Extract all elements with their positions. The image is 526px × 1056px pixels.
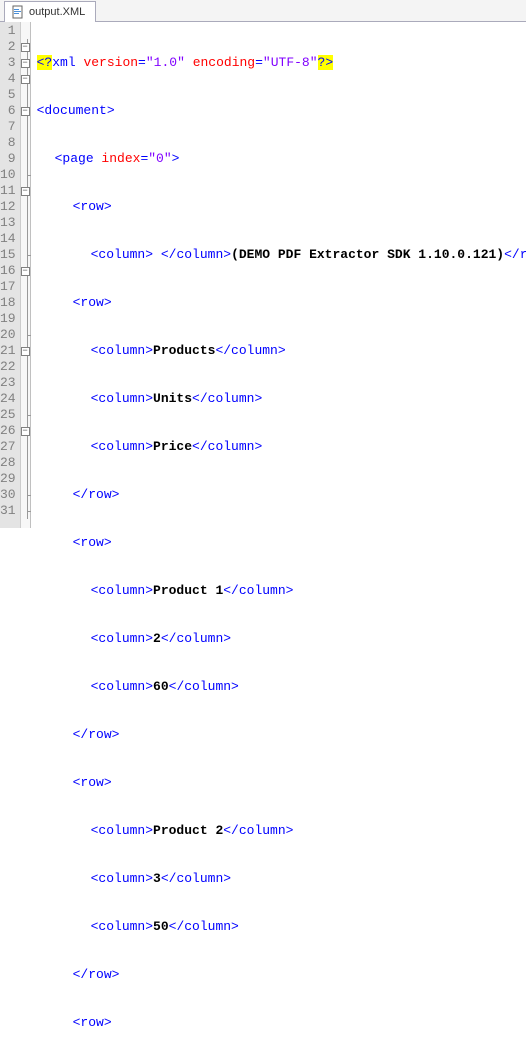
fold-guide [21, 23, 30, 39]
fold-guide [21, 311, 30, 327]
line-number: 9 [0, 151, 16, 167]
fold-toggle-icon[interactable]: − [21, 55, 30, 71]
fold-gutter[interactable]: −−−−−−−− [21, 22, 31, 528]
fold-guide [21, 199, 30, 215]
code-line: <column>Product 2</column> [37, 823, 526, 839]
fold-guide [21, 87, 30, 103]
line-number: 25 [0, 407, 16, 423]
fold-guide [21, 295, 30, 311]
code-line: <page index="0"> [37, 151, 526, 167]
fold-guide [21, 167, 30, 183]
code-line: <column>Price</column> [37, 439, 526, 455]
fold-guide [21, 119, 30, 135]
line-number: 23 [0, 375, 16, 391]
fold-guide [21, 487, 30, 503]
code-line: </row> [37, 727, 526, 743]
line-number: 5 [0, 87, 16, 103]
code-line: <column>50</column> [37, 919, 526, 935]
line-number: 19 [0, 311, 16, 327]
code-line: <column> </column>(DEMO PDF Extractor SD… [37, 247, 526, 263]
code-line: <column>Products</column> [37, 343, 526, 359]
fold-guide [21, 407, 30, 423]
line-number: 15 [0, 247, 16, 263]
fold-guide [21, 135, 30, 151]
fold-toggle-icon[interactable]: − [21, 423, 30, 439]
code-line: </row> [37, 487, 526, 503]
code-line: <column>3</column> [37, 871, 526, 887]
fold-guide [21, 471, 30, 487]
line-number: 16 [0, 263, 16, 279]
fold-toggle-icon[interactable]: − [21, 263, 30, 279]
line-number: 18 [0, 295, 16, 311]
fold-guide [21, 327, 30, 343]
code-line: <row> [37, 1015, 526, 1031]
fold-guide [21, 375, 30, 391]
code-line: <?xml version="1.0" encoding="UTF-8"?> [37, 55, 526, 71]
line-number: 24 [0, 391, 16, 407]
code-line: <row> [37, 535, 526, 551]
code-line: <row> [37, 775, 526, 791]
fold-guide [21, 231, 30, 247]
code-line: <document> [37, 103, 526, 119]
fold-guide [21, 279, 30, 295]
line-number: 29 [0, 471, 16, 487]
line-number: 7 [0, 119, 16, 135]
tab-bar: output.XML [0, 0, 526, 22]
line-number: 22 [0, 359, 16, 375]
line-number: 14 [0, 231, 16, 247]
fold-guide [21, 247, 30, 263]
code-area[interactable]: <?xml version="1.0" encoding="UTF-8"?> <… [31, 22, 526, 528]
code-line: <row> [37, 199, 526, 215]
line-number: 28 [0, 455, 16, 471]
line-number: 6 [0, 103, 16, 119]
line-number: 1 [0, 23, 16, 39]
line-number: 26 [0, 423, 16, 439]
fold-guide [21, 151, 30, 167]
fold-toggle-icon[interactable]: − [21, 39, 30, 55]
code-line: <column>Product 1</column> [37, 583, 526, 599]
line-number: 2 [0, 39, 16, 55]
code-line: <row> [37, 295, 526, 311]
fold-guide [21, 503, 30, 519]
line-number: 12 [0, 199, 16, 215]
fold-toggle-icon[interactable]: − [21, 71, 30, 87]
fold-toggle-icon[interactable]: − [21, 183, 30, 199]
file-icon [11, 5, 25, 19]
fold-toggle-icon[interactable]: − [21, 343, 30, 359]
tab-title: output.XML [29, 6, 85, 18]
code-line: </row> [37, 967, 526, 983]
fold-guide [21, 359, 30, 375]
line-number: 3 [0, 55, 16, 71]
line-number: 11 [0, 183, 16, 199]
code-line: <column>2</column> [37, 631, 526, 647]
line-number: 31 [0, 503, 16, 519]
line-number: 8 [0, 135, 16, 151]
line-number: 4 [0, 71, 16, 87]
fold-guide [21, 455, 30, 471]
line-number: 30 [0, 487, 16, 503]
code-line: <column>60</column> [37, 679, 526, 695]
file-tab[interactable]: output.XML [4, 1, 96, 22]
fold-guide [21, 215, 30, 231]
fold-guide [21, 391, 30, 407]
line-number: 17 [0, 279, 16, 295]
fold-guide [21, 439, 30, 455]
code-editor[interactable]: 1234567891011121314151617181920212223242… [0, 22, 526, 528]
code-line: <column>Units</column> [37, 391, 526, 407]
fold-toggle-icon[interactable]: − [21, 103, 30, 119]
line-number: 27 [0, 439, 16, 455]
line-number: 10 [0, 167, 16, 183]
line-number: 20 [0, 327, 16, 343]
line-number: 13 [0, 215, 16, 231]
line-gutter: 1234567891011121314151617181920212223242… [0, 22, 21, 528]
line-number: 21 [0, 343, 16, 359]
